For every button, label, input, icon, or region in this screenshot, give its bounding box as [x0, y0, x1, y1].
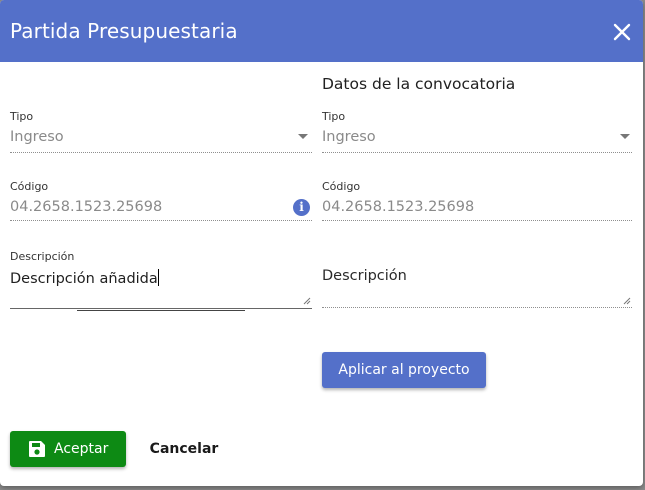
resize-handle-icon[interactable] — [302, 296, 311, 305]
convocatoria-tipo-select[interactable]: Tipo Ingreso — [322, 110, 632, 156]
convocatoria-codigo-underline — [322, 220, 632, 221]
convocatoria-codigo-field[interactable]: Código 04.2658.1523.25698 — [322, 180, 632, 226]
close-icon[interactable] — [611, 21, 633, 43]
descripcion-value: Descripción añadida — [10, 271, 158, 287]
tipo-underline — [10, 152, 312, 153]
accept-button[interactable]: Aceptar — [10, 431, 126, 467]
codigo-underline — [10, 220, 312, 221]
tipo-select[interactable]: Tipo Ingreso — [10, 110, 312, 156]
text-cursor — [157, 269, 159, 286]
codigo-value: 04.2658.1523.25698 — [10, 199, 163, 215]
convocatoria-descripcion-placeholder: Descripción — [322, 268, 407, 284]
info-icon[interactable]: i — [293, 199, 310, 216]
codigo-field[interactable]: Código 04.2658.1523.25698 i — [10, 180, 312, 226]
tipo-value: Ingreso — [10, 129, 64, 145]
chevron-down-icon — [298, 134, 308, 139]
accept-label: Aceptar — [54, 441, 109, 457]
partida-dialog: Partida Presupuestaria Datos de la convo… — [0, 0, 643, 486]
convocatoria-descripcion-textarea[interactable]: Descripción — [322, 250, 632, 314]
codigo-label: Código — [10, 180, 49, 193]
section-title: Datos de la convocatoria — [322, 75, 516, 93]
chevron-down-icon — [620, 134, 630, 139]
descripcion-focus-line — [77, 310, 245, 311]
convocatoria-tipo-label: Tipo — [322, 110, 346, 123]
convocatoria-codigo-label: Código — [322, 180, 361, 193]
descripcion-label: Descripción — [10, 250, 75, 263]
convocatoria-codigo-value: 04.2658.1523.25698 — [322, 199, 475, 215]
descripcion-text-wrap: Descripción añadida — [10, 269, 159, 287]
save-icon — [29, 441, 45, 457]
dialog-header: Partida Presupuestaria — [0, 0, 643, 62]
descripcion-underline — [10, 308, 312, 309]
resize-handle-icon[interactable] — [622, 296, 631, 305]
convocatoria-descripcion-underline — [322, 307, 632, 308]
dialog-title: Partida Presupuestaria — [10, 19, 238, 43]
convocatoria-tipo-value: Ingreso — [322, 129, 376, 145]
descripcion-textarea[interactable]: Descripción Descripción añadida — [10, 250, 312, 314]
convocatoria-tipo-underline — [322, 152, 632, 153]
apply-to-project-button[interactable]: Aplicar al proyecto — [322, 352, 486, 388]
cancel-button[interactable]: Cancelar — [138, 431, 230, 467]
tipo-label: Tipo — [10, 110, 34, 123]
